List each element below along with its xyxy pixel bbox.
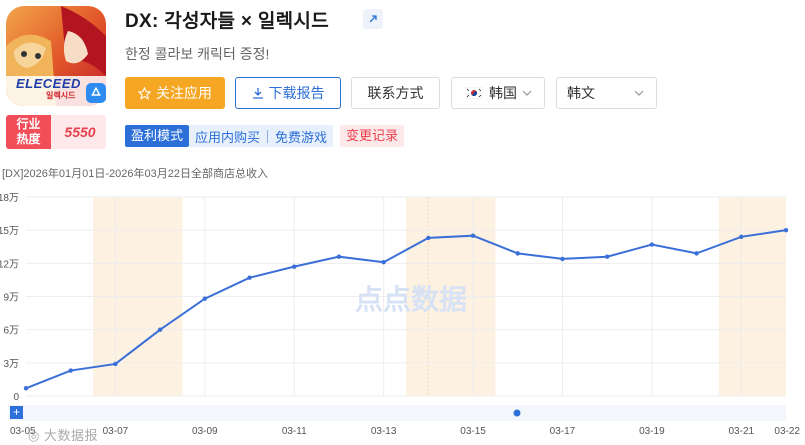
x-tick-label: 03-22 <box>774 426 800 437</box>
x-tick-label: 03-07 <box>103 426 129 437</box>
camera-icon: ◎ <box>28 428 40 443</box>
monetization-values: 应用内购买 免费游戏 <box>189 125 334 147</box>
chart-zoom-slider[interactable] <box>8 405 786 421</box>
download-report-button[interactable]: 下载报告 <box>235 77 341 109</box>
country-value: 韩国 <box>489 85 517 101</box>
revenue-data-point <box>247 275 252 280</box>
app-icon-subtext: 일렉시드 <box>46 91 76 100</box>
revenue-data-point <box>604 254 610 259</box>
revenue-data-point <box>68 368 73 373</box>
revenue-data-point <box>381 260 386 265</box>
heat-label-line1: 行业 <box>16 117 41 131</box>
source-watermark: ◎ 大数据报 <box>28 425 98 444</box>
x-tick-label: 03-21 <box>729 426 755 437</box>
country-select[interactable]: 韩国 <box>451 77 545 109</box>
heat-label: 行业 热度 <box>6 115 51 149</box>
y-tick-label: 9万 <box>3 293 19 304</box>
app-title: DX: 각성자들 × 일렉시드 <box>125 11 329 32</box>
x-tick-label: 03-17 <box>550 426 576 437</box>
change-log-button[interactable]: 变更记录 <box>340 125 405 147</box>
tag-divider <box>267 129 269 143</box>
x-tick-label: 03-19 <box>639 426 665 437</box>
plus-icon: + <box>13 405 20 419</box>
monetization-model-tag: 盈利模式 <box>125 125 190 147</box>
revenue-data-point <box>113 361 118 367</box>
chevron-down-icon <box>634 90 644 96</box>
download-report-label: 下载报告 <box>268 85 325 101</box>
y-tick-label: 12万 <box>0 259 19 270</box>
revenue-data-point <box>157 327 163 332</box>
watermark-text: 大数据报 <box>43 428 98 443</box>
industry-heat-badge: 行业 热度 5550 <box>6 115 106 149</box>
x-tick-label: 03-15 <box>460 426 486 437</box>
revenue-data-point <box>202 296 208 301</box>
iap-tag: 应用内购买 <box>195 129 261 145</box>
revenue-data-point <box>560 256 565 262</box>
chart-caption: [DX]2026年01月01日-2026年03月22日全部商店总收入 <box>2 168 268 180</box>
app-store-icon <box>86 83 106 103</box>
contact-label: 联系方式 <box>367 85 424 101</box>
external-link-icon[interactable] <box>363 9 383 29</box>
revenue-line-chart: 03万6万9万12万15万18万 点点数据 + 03-05 03-07 03-09 0… <box>0 193 800 437</box>
free-game-tag: 免费游戏 <box>275 129 328 145</box>
monetization-tags: 盈利模式 应用内购买 免费游戏 <box>125 125 334 147</box>
revenue-data-point <box>336 254 342 259</box>
app-icon-text: ELECEED <box>16 76 81 91</box>
y-tick-label: 0 <box>13 392 19 403</box>
revenue-data-point <box>292 264 297 269</box>
follow-app-button[interactable]: 关注应用 <box>125 77 225 109</box>
korea-flag-icon <box>465 87 483 99</box>
chevron-down-icon <box>522 90 532 96</box>
chart-watermark: 点点数据 <box>355 284 467 315</box>
x-tick-label: 03-09 <box>192 426 218 437</box>
revenue-data-point <box>694 251 699 256</box>
zoom-handle[interactable] <box>513 409 521 417</box>
download-icon <box>252 88 263 99</box>
revenue-data-point <box>739 234 744 239</box>
language-value: 韩文 <box>567 85 595 101</box>
star-icon <box>138 86 151 100</box>
language-select[interactable]: 韩文 <box>556 77 657 109</box>
y-tick-label: 6万 <box>3 326 19 337</box>
revenue-data-point <box>470 233 476 238</box>
heat-value: 5550 <box>64 124 96 140</box>
contact-button[interactable]: 联系方式 <box>351 77 440 109</box>
follow-app-label: 关注应用 <box>156 85 212 101</box>
revenue-data-point <box>783 227 789 233</box>
app-subtitle: 한정 콜라보 캐릭터 증정! <box>125 46 270 62</box>
heat-label-line2: 热度 <box>16 132 41 146</box>
y-tick-label: 3万 <box>3 359 19 370</box>
x-tick-label: 03-13 <box>371 426 397 437</box>
x-tick-label: 03-11 <box>282 426 307 437</box>
revenue-data-point <box>23 386 29 391</box>
revenue-data-point <box>515 251 520 256</box>
revenue-data-point <box>649 242 655 247</box>
y-tick-label: 18万 <box>0 193 19 204</box>
y-tick-label: 15万 <box>0 226 19 237</box>
revenue-data-point <box>426 235 431 241</box>
